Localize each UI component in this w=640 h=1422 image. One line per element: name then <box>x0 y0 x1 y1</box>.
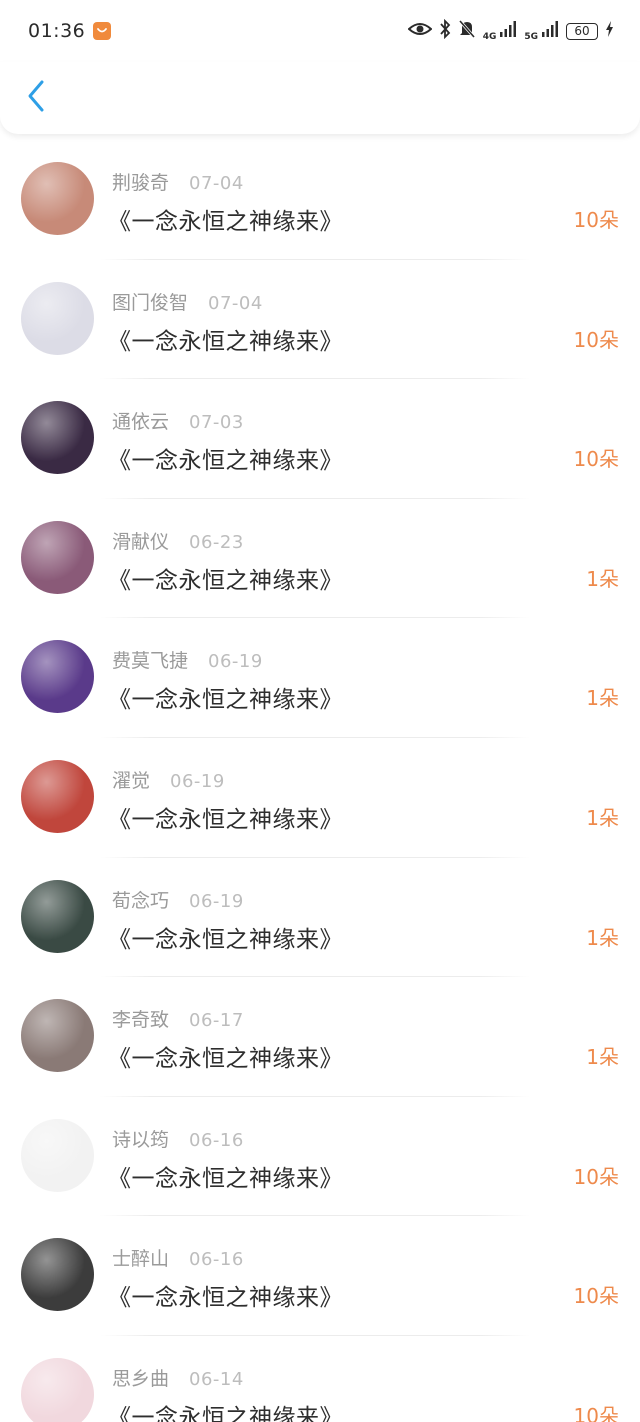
book-title: 《一念永恒之神缘来》 <box>108 926 343 953</box>
book-title: 《一念永恒之神缘来》 <box>108 448 343 475</box>
item-meta: 诗以筠 06-16 <box>112 1125 244 1152</box>
charging-icon <box>605 21 614 41</box>
book-title: 《一念永恒之神缘来》 <box>108 687 343 714</box>
signal-icon <box>499 20 517 42</box>
gift-count: 1朵 <box>586 805 619 830</box>
avatar[interactable] <box>21 1238 94 1312</box>
gift-count: 10朵 <box>573 447 619 472</box>
mute-bell-icon <box>458 19 476 43</box>
date-label: 06-19 <box>170 770 225 792</box>
list-item[interactable]: 李奇致 06-17 《一念永恒之神缘来》 1朵 <box>0 977 640 1097</box>
gift-count: 1朵 <box>586 686 619 711</box>
back-button[interactable] <box>16 76 56 120</box>
book-title: 《一念永恒之神缘来》 <box>108 1285 343 1312</box>
list-item[interactable]: 士醉山 06-16 《一念永恒之神缘来》 10朵 <box>0 1216 640 1336</box>
username: 费莫飞捷 <box>112 650 189 673</box>
username: 思乡曲 <box>112 1367 170 1390</box>
eye-icon <box>407 21 433 41</box>
username: 李奇致 <box>112 1009 170 1032</box>
gift-count: 1朵 <box>586 1045 619 1070</box>
date-label: 06-16 <box>189 1249 244 1271</box>
avatar[interactable] <box>21 162 94 235</box>
item-meta: 李奇致 06-17 <box>112 1005 244 1032</box>
username: 濯觉 <box>112 769 151 792</box>
gift-count: 1朵 <box>586 566 619 591</box>
book-title: 《一念永恒之神缘来》 <box>108 567 343 594</box>
book-title: 《一念永恒之神缘来》 <box>108 328 343 355</box>
avatar[interactable] <box>21 640 94 714</box>
list-item[interactable]: 图门俊智 07-04 《一念永恒之神缘来》 10朵 <box>0 260 640 380</box>
username: 图门俊智 <box>112 291 189 314</box>
avatar[interactable] <box>21 879 94 953</box>
date-label: 06-17 <box>189 1010 244 1032</box>
date-label: 06-23 <box>189 531 244 553</box>
date-label: 06-19 <box>208 651 263 673</box>
avatar[interactable] <box>21 759 94 833</box>
username: 诗以筠 <box>112 1128 170 1151</box>
item-meta: 费莫飞捷 06-19 <box>112 646 263 673</box>
avatar[interactable] <box>21 1118 94 1192</box>
gift-record-list: 荆骏奇 07-04 《一念永恒之神缘来》 10朵 图门俊智 07-04 《一念永… <box>0 140 640 1422</box>
item-meta: 士醉山 06-16 <box>112 1244 244 1271</box>
item-meta: 思乡曲 06-14 <box>112 1364 244 1391</box>
gift-count: 1朵 <box>586 925 619 950</box>
date-label: 07-04 <box>208 292 263 314</box>
item-meta: 荀念巧 06-19 <box>112 886 244 913</box>
list-item[interactable]: 濯觉 06-19 《一念永恒之神缘来》 1朵 <box>0 738 640 858</box>
book-title: 《一念永恒之神缘来》 <box>108 1404 343 1422</box>
gift-count: 10朵 <box>573 1403 619 1422</box>
date-label: 06-16 <box>189 1129 244 1151</box>
book-title: 《一念永恒之神缘来》 <box>108 209 343 235</box>
item-meta: 荆骏奇 07-04 <box>112 168 244 195</box>
date-label: 06-19 <box>189 890 244 912</box>
list-item[interactable]: 诗以筠 06-16 《一念永恒之神缘来》 10朵 <box>0 1097 640 1217</box>
avatar[interactable] <box>21 1357 94 1422</box>
date-label: 07-04 <box>189 173 244 194</box>
book-title: 《一念永恒之神缘来》 <box>108 1046 343 1073</box>
list-item[interactable]: 滑献仪 06-23 《一念永恒之神缘来》 1朵 <box>0 499 640 619</box>
network-4g-label: 4G <box>482 32 497 42</box>
avatar[interactable] <box>21 401 94 475</box>
list-item[interactable]: 思乡曲 06-14 《一念永恒之神缘来》 10朵 <box>0 1336 640 1422</box>
avatar[interactable] <box>21 999 94 1073</box>
gift-count: 10朵 <box>573 1284 619 1309</box>
chevron-left-icon <box>26 79 46 117</box>
list-item[interactable]: 费莫飞捷 06-19 《一念永恒之神缘来》 1朵 <box>0 618 640 738</box>
battery-indicator: 60 <box>566 22 598 40</box>
top-nav-bar <box>0 62 640 134</box>
item-meta: 图门俊智 07-04 <box>112 288 263 315</box>
network-5g-label: 5G <box>524 32 538 42</box>
avatar[interactable] <box>21 520 94 594</box>
list-item[interactable]: 荀念巧 06-19 《一念永恒之神缘来》 1朵 <box>0 858 640 978</box>
date-label: 06-14 <box>189 1368 244 1390</box>
username: 滑献仪 <box>112 530 170 553</box>
item-meta: 濯觉 06-19 <box>112 766 225 793</box>
book-title: 《一念永恒之神缘来》 <box>108 806 343 833</box>
username: 荆骏奇 <box>112 172 170 194</box>
item-meta: 滑献仪 06-23 <box>112 527 244 554</box>
item-meta: 通依云 07-03 <box>112 407 244 434</box>
status-time: 01:36 <box>28 20 86 42</box>
avatar[interactable] <box>21 281 94 355</box>
gift-count: 10朵 <box>573 208 619 232</box>
status-bar: 01:36 4G 5G 60 <box>0 0 640 62</box>
bluetooth-icon <box>439 18 451 43</box>
username: 荀念巧 <box>112 889 170 912</box>
book-title: 《一念永恒之神缘来》 <box>108 1165 343 1192</box>
date-label: 07-03 <box>189 412 244 434</box>
username: 通依云 <box>112 411 170 434</box>
list-item[interactable]: 荆骏奇 07-04 《一念永恒之神缘来》 10朵 <box>0 140 640 260</box>
app-notification-icon <box>93 22 112 40</box>
signal-icon <box>541 20 559 42</box>
username: 士醉山 <box>112 1248 170 1271</box>
gift-count: 10朵 <box>573 1164 619 1189</box>
gift-count: 10朵 <box>573 327 619 352</box>
list-item[interactable]: 通依云 07-03 《一念永恒之神缘来》 10朵 <box>0 379 640 499</box>
